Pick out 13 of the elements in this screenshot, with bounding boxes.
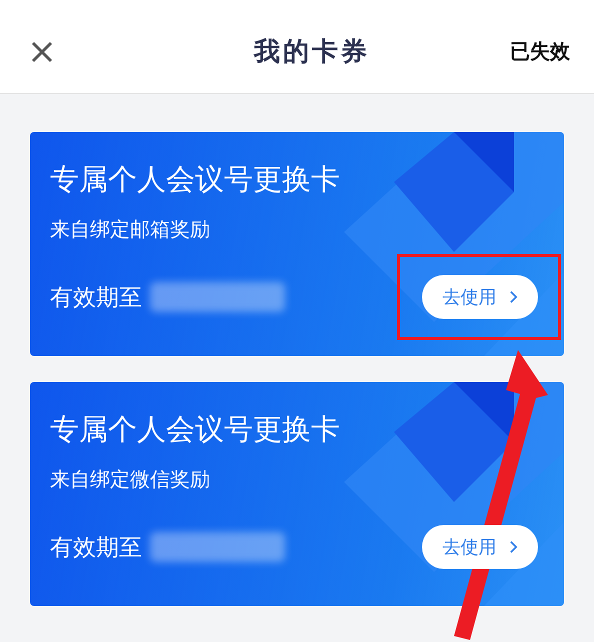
card-title: 专属个人会议号更换卡 xyxy=(50,411,341,448)
expiry-label: 有效期至 xyxy=(50,534,142,562)
card-title: 专属个人会议号更换卡 xyxy=(50,161,341,198)
chevron-icon xyxy=(508,290,518,304)
page-title: 我的卡券 xyxy=(254,36,370,69)
use-button[interactable]: 去使用 xyxy=(422,275,538,319)
close-icon[interactable] xyxy=(30,40,54,64)
use-button[interactable]: 去使用 xyxy=(422,525,538,569)
card-source: 来自绑定邮箱奖励 xyxy=(50,216,211,243)
chevron-icon xyxy=(508,540,518,554)
expired-link[interactable]: 已失效 xyxy=(510,38,570,65)
expiry-label: 有效期至 xyxy=(50,284,142,312)
card-source: 来自绑定微信奖励 xyxy=(50,466,211,493)
